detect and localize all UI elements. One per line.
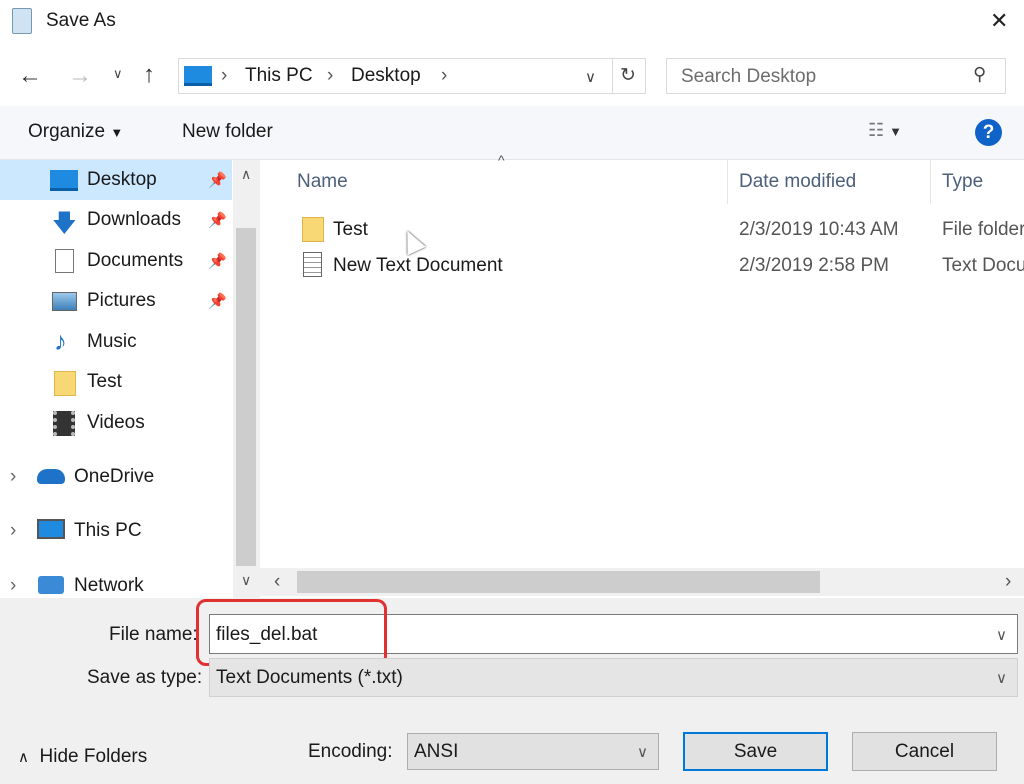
- nav-item-this-pc[interactable]: › This PC: [0, 511, 232, 551]
- encoding-label: Encoding:: [308, 741, 393, 762]
- column-header-date[interactable]: Date modified: [739, 171, 856, 193]
- search-icon: ⚲: [973, 64, 987, 84]
- column-header-type[interactable]: Type: [942, 171, 983, 193]
- column-header-name[interactable]: Name: [297, 171, 348, 193]
- pin-icon[interactable]: 📌: [208, 211, 227, 229]
- up-button[interactable]: ↑: [143, 61, 155, 89]
- navigation-pane: Desktop 📌 🡇 Downloads 📌 Documents 📌 Picture…: [0, 160, 232, 598]
- horizontal-scrollbar-thumb[interactable]: [297, 571, 820, 593]
- expand-icon[interactable]: ›: [10, 575, 16, 597]
- pictures-icon: [52, 292, 77, 311]
- recent-locations-button[interactable]: ∨: [113, 66, 123, 82]
- file-row[interactable]: New Text Document 2/3/2019 2:58 PM Text …: [296, 249, 1024, 283]
- chevron-down-icon[interactable]: ∨: [996, 626, 1007, 644]
- expand-icon[interactable]: ›: [10, 520, 16, 542]
- computer-icon: [37, 519, 65, 539]
- desktop-icon: [184, 66, 212, 86]
- save-button[interactable]: Save: [683, 732, 828, 771]
- view-options-button[interactable]: ☷ ▼: [868, 120, 902, 141]
- organize-button[interactable]: Organize ▼: [28, 121, 123, 143]
- network-icon: [38, 576, 64, 594]
- refresh-icon[interactable]: ↻: [620, 64, 636, 87]
- chevron-down-icon: ∨: [996, 670, 1007, 687]
- nav-item-pictures[interactable]: Pictures 📌: [0, 281, 232, 321]
- help-button[interactable]: ?: [975, 119, 1002, 146]
- search-input[interactable]: Search Desktop ⚲: [666, 58, 1006, 94]
- text-file-icon: [303, 252, 322, 277]
- new-folder-button[interactable]: New folder: [182, 121, 273, 143]
- horizontal-scrollbar[interactable]: ‹ ›: [260, 568, 1024, 596]
- save-as-type-label: Save as type:: [87, 667, 203, 688]
- hide-folders-button[interactable]: ∧ Hide Folders: [18, 746, 147, 768]
- breadcrumb-desktop[interactable]: Desktop: [351, 65, 421, 87]
- videos-icon: [53, 411, 75, 436]
- nav-item-documents[interactable]: Documents 📌: [0, 241, 232, 281]
- cloud-icon: [37, 469, 65, 484]
- nav-item-test[interactable]: Test: [0, 362, 232, 402]
- encoding-select[interactable]: ANSI ∨: [407, 733, 659, 770]
- pin-icon[interactable]: 📌: [208, 171, 227, 189]
- breadcrumb-this-pc[interactable]: This PC: [245, 65, 313, 87]
- cancel-button[interactable]: Cancel: [852, 732, 997, 771]
- pin-icon[interactable]: 📌: [208, 292, 227, 310]
- address-dropdown-button[interactable]: ∨: [585, 68, 596, 86]
- expand-icon[interactable]: ›: [10, 466, 16, 488]
- nav-scrollbar-thumb[interactable]: [236, 228, 256, 566]
- nav-item-music[interactable]: ♪ Music: [0, 322, 232, 362]
- notepad-icon: [12, 8, 32, 34]
- nav-item-videos[interactable]: Videos: [0, 403, 232, 443]
- file-name-label: File name:: [109, 624, 198, 645]
- nav-item-onedrive[interactable]: › OneDrive: [0, 457, 232, 497]
- highlight-box: [196, 599, 387, 666]
- save-as-type-select[interactable]: Text Documents (*.txt) ∨: [209, 658, 1018, 697]
- forward-button[interactable]: →: [68, 62, 92, 90]
- documents-icon: [55, 249, 74, 273]
- close-button[interactable]: ✕: [990, 8, 1008, 34]
- window-title: Save As: [46, 10, 116, 31]
- nav-item-downloads[interactable]: 🡇 Downloads 📌: [0, 200, 232, 240]
- chevron-down-icon: ∨: [637, 744, 648, 761]
- nav-item-desktop[interactable]: Desktop 📌: [0, 160, 232, 200]
- back-button[interactable]: ←: [18, 62, 42, 90]
- pin-icon[interactable]: 📌: [208, 252, 227, 270]
- folder-icon: [302, 217, 324, 242]
- folder-icon: [54, 371, 76, 396]
- desktop-icon: [50, 170, 78, 191]
- nav-scrollbar[interactable]: ∧ ∨: [233, 160, 260, 598]
- music-icon: ♪: [54, 326, 67, 356]
- address-bar[interactable]: › This PC › Desktop › ∨ ↻: [178, 58, 646, 94]
